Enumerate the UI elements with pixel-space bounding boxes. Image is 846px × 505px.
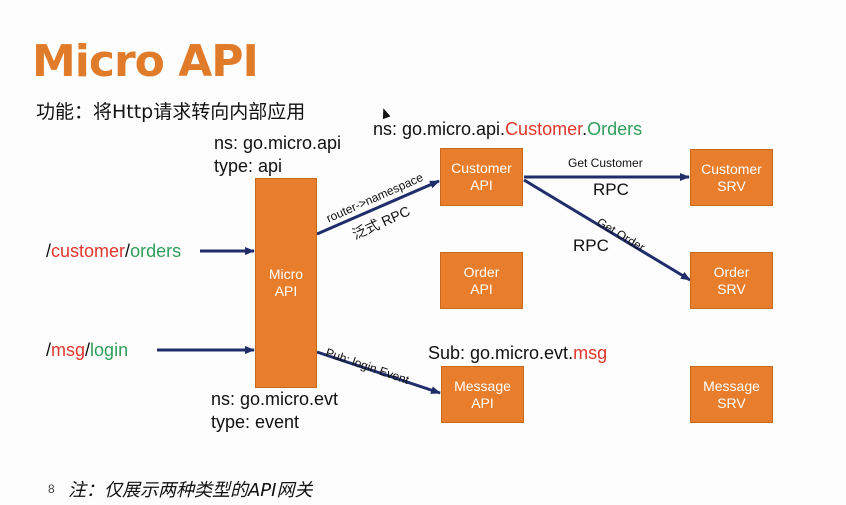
footer-note: 注：仅展示两种类型的API网关	[68, 480, 313, 501]
orders-path-customer: customer	[51, 241, 126, 261]
message-api-box: Message API	[441, 366, 524, 423]
customer-srv-box: Customer SRV	[690, 149, 773, 206]
micro-api-line1: Micro	[268, 266, 304, 282]
rpc-bottom-label: RPC	[573, 236, 609, 255]
sub-namespace-label: Sub: go.micro.evt.msg	[428, 343, 607, 364]
customer-ns-service: Customer	[505, 119, 583, 139]
customer-api-box: Customer API	[440, 148, 523, 206]
orders-path-orders: orders	[130, 241, 182, 261]
message-srv-line1: Message	[703, 377, 760, 394]
api-ns-label: ns: go.micro.api	[214, 133, 342, 153]
page-title: Micro API	[32, 36, 259, 87]
login-path-msg: msg	[51, 340, 86, 360]
customer-srv-line2: SRV	[717, 177, 746, 194]
page-subtitle: 功能：将Http请求转向内部应用	[36, 101, 306, 123]
sub-ns-prefix: Sub: go.micro.evt.	[428, 343, 574, 363]
message-srv-box: Message SRV	[690, 366, 773, 423]
get-customer-label: Get Customer	[568, 156, 643, 170]
orders-path: /customer/orders	[46, 241, 181, 262]
micro-api-box: Micro API	[255, 178, 317, 388]
order-api-box: Order API	[440, 252, 523, 309]
customer-namespace-label: ns: go.micro.api.Customer.Orders	[373, 119, 642, 140]
sub-ns-topic: msg	[573, 343, 608, 363]
customer-ns-method: Orders	[587, 119, 643, 139]
rpc-top-label: RPC	[593, 180, 629, 199]
order-srv-box: Order SRV	[690, 252, 773, 309]
evt-type-label: type: event	[211, 412, 300, 432]
slide: Micro API 功能：将Http请求转向内部应用 ns: go.micro.…	[0, 0, 846, 505]
message-srv-line2: SRV	[717, 394, 746, 411]
micro-api-line2: API	[274, 283, 298, 299]
login-path-login: login	[90, 340, 129, 360]
customer-srv-line1: Customer	[701, 160, 762, 177]
order-api-line1: Order	[463, 263, 500, 280]
slide-number: 8	[48, 482, 55, 496]
order-srv-line2: SRV	[717, 280, 746, 297]
customer-api-line2: API	[470, 177, 493, 193]
message-api-line2: API	[471, 394, 494, 411]
customer-api-line1: Customer	[451, 160, 512, 176]
message-api-line1: Message	[454, 377, 511, 394]
evt-ns-label: ns: go.micro.evt	[211, 389, 339, 409]
order-api-line2: API	[470, 280, 493, 297]
customer-ns-prefix: ns: go.micro.api.	[373, 119, 506, 139]
login-path: /msg/login	[46, 340, 128, 361]
order-srv-line1: Order	[713, 263, 750, 280]
api-type-label: type: api	[214, 156, 283, 176]
